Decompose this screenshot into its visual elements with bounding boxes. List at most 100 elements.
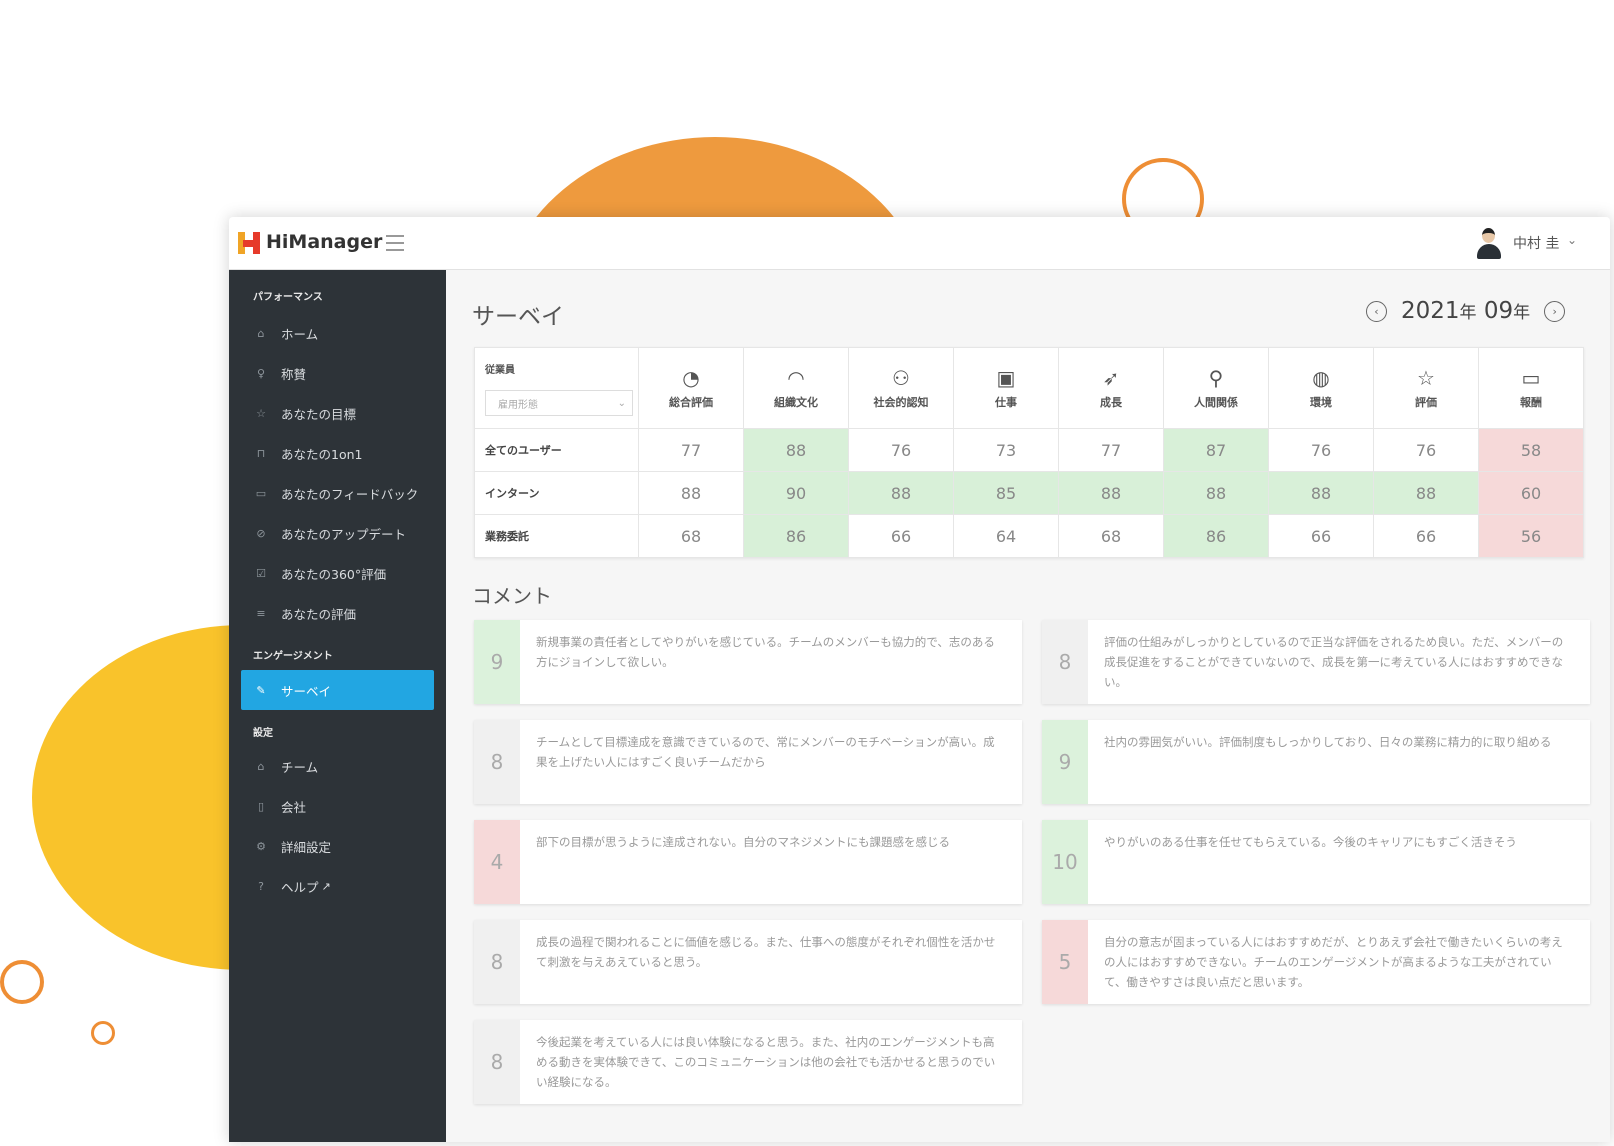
comment-text: 社内の雰囲気がいい。評価制度もしっかりしており、日々の業務に精力的に取り組める [1104, 735, 1552, 749]
score-cell: 77 [638, 428, 744, 472]
sidebar-item-advanced-settings[interactable]: ⚙ 詳細設定 [241, 828, 434, 864]
score-cell: 76 [1373, 428, 1479, 472]
employee-label: 従業員 [485, 365, 515, 376]
score-cell: 66 [1268, 514, 1374, 558]
comment-score: 8 [474, 1020, 520, 1104]
comment-text: 自分の意志が固まっている人にはおすすめだが、とりあえず会社で働きたいくらいの考え… [1104, 935, 1563, 989]
score-cell: 88 [1268, 471, 1374, 515]
sidebar-item-label: あなたのフィードバック [281, 486, 419, 502]
gauge-icon: ◠ [787, 366, 805, 390]
rocket-icon: ➶ [1102, 366, 1120, 390]
score-cell: 87 [1163, 428, 1269, 472]
avatar[interactable] [1475, 226, 1503, 260]
score-cell: 85 [953, 471, 1059, 515]
row-label: インターン [474, 471, 639, 515]
user-name[interactable]: 中村 圭 [1513, 233, 1559, 253]
comment-score: 8 [474, 920, 520, 1004]
column-header[interactable]: ▭ 報酬 [1478, 347, 1584, 429]
score-cell: 66 [1373, 514, 1479, 558]
comment-card: 8 今後起業を考えている人には良い体験になると思う。また、社内のエンゲージメント… [474, 1020, 1022, 1104]
decorative-ring [0, 960, 44, 1004]
next-month-button[interactable]: › [1544, 300, 1566, 322]
home-icon: ⌂ [257, 759, 265, 773]
table-row: 全てのユーザー 77 88 76 73 77 87 76 76 58 [474, 428, 1584, 472]
column-header[interactable]: ◍ 環境 [1268, 347, 1374, 429]
comment-card: 9 社内の雰囲気がいい。評価制度もしっかりしており、日々の業務に精力的に取り組め… [1042, 720, 1590, 804]
top-bar: HiManager 中村 圭 ⌄ [229, 217, 1610, 270]
logo-icon [238, 232, 260, 254]
employee-header: 従業員 雇用形態 ⌄ [474, 347, 639, 429]
table-row: 業務委託 68 86 66 64 68 86 66 66 56 [474, 514, 1584, 558]
decorative-ring [91, 1021, 115, 1045]
comment-score: 4 [474, 820, 520, 904]
sidebar-item-survey[interactable]: ✎ サーベイ [241, 670, 434, 710]
lightbulb-icon: ♀ [256, 366, 266, 380]
pie-chart-icon: ◔ [682, 366, 700, 390]
main-content: サーベイ ‹ 2021年 09年 › 従業員 雇用形態 ⌄ ◔ 総合評価 ◠ 組織文化… [446, 270, 1610, 1142]
survey-score-table: 従業員 雇用形態 ⌄ ◔ 総合評価 ◠ 組織文化 ⚇ 社会的認知 ▣ 仕事 ➶ 成長 ⚲ 人間… [474, 347, 1584, 558]
briefcase-icon: ▣ [996, 366, 1016, 390]
row-label: 全てのユーザー [474, 428, 639, 472]
star-icon: ☆ [1417, 366, 1435, 390]
score-cell: 88 [743, 428, 849, 472]
comment-score: 5 [1042, 920, 1088, 1004]
previous-month-button[interactable]: ‹ [1366, 300, 1387, 322]
lock-icon: ⊓ [256, 446, 266, 460]
brand-name: HiManager [266, 231, 383, 253]
column-header[interactable]: ☆ 評価 [1373, 347, 1479, 429]
score-cell: 58 [1478, 428, 1584, 472]
comment-score: 9 [1042, 720, 1088, 804]
external-link-icon: ↗ [321, 879, 331, 893]
sidebar-item-label: ヘルプ [281, 879, 319, 895]
sidebar-item-company[interactable]: ▯ 会社 [241, 788, 434, 824]
sidebar-item-1on1[interactable]: ⊓ あなたの1on1 [241, 435, 434, 471]
column-header[interactable]: ⚲ 人間関係 [1163, 347, 1269, 429]
sidebar-item-label: サーベイ [281, 683, 332, 699]
score-cell: 77 [1058, 428, 1164, 472]
comments-heading: コメント [472, 584, 552, 608]
comment-text: チームとして目標達成を意識できているので、常にメンバーのモチベーションが高い。成… [536, 735, 995, 769]
column-header[interactable]: ➶ 成長 [1058, 347, 1164, 429]
sidebar-item-help[interactable]: ? ヘルプ ↗ [241, 868, 434, 904]
wallet-icon: ▭ [1521, 366, 1541, 390]
sidebar-item-360-review[interactable]: ☑ あなたの360°評価 [241, 555, 434, 591]
score-cell: 90 [743, 471, 849, 515]
sidebar-item-label: ホーム [281, 326, 319, 342]
home-icon: ⌂ [257, 326, 265, 340]
sidebar-item-label: チーム [281, 759, 319, 775]
chevron-down-icon[interactable]: ⌄ [1567, 233, 1577, 247]
check-circle-icon: ⊘ [256, 526, 266, 540]
column-header[interactable]: ◠ 組織文化 [743, 347, 849, 429]
globe-icon: ◍ [1312, 366, 1330, 390]
score-cell: 88 [1163, 471, 1269, 515]
gears-icon: ⚙ [256, 839, 266, 853]
comment-text: 新規事業の責任者としてやりがいを感じている。チームのメンバーも協力的で、志のある… [536, 635, 995, 669]
score-cell: 64 [953, 514, 1059, 558]
sidebar-item-team[interactable]: ⌂ チーム [241, 748, 434, 784]
score-cell: 68 [1058, 514, 1164, 558]
sidebar-item-praise[interactable]: ♀ 称賛 [241, 355, 434, 391]
column-header[interactable]: ▣ 仕事 [953, 347, 1059, 429]
comment-card: 4 部下の目標が思うように達成されない。自分のマネジメントにも課題感を感じる [474, 820, 1022, 904]
comment-card: 5 自分の意志が固まっている人にはおすすめだが、とりあえず会社で働きたいくらいの… [1042, 920, 1590, 1004]
score-cell: 86 [1163, 514, 1269, 558]
sidebar-item-home[interactable]: ⌂ ホーム [241, 315, 434, 351]
comment-card: 8 チームとして目標達成を意識できているので、常にメンバーのモチベーションが高い… [474, 720, 1022, 804]
sidebar-item-review[interactable]: ≡ あなたの評価 [241, 595, 434, 631]
column-header[interactable]: ◔ 総合評価 [638, 347, 744, 429]
sidebar-item-updates[interactable]: ⊘ あなたのアップデート [241, 515, 434, 551]
current-period: 2021年 09年 [1401, 298, 1531, 324]
building-icon: ▯ [257, 799, 265, 813]
sidebar-item-goals[interactable]: ☆ あなたの目標 [241, 395, 434, 431]
comment-card: 8 成長の過程で関われることに価値を感じる。また、仕事への態度がそれぞれ個性を活… [474, 920, 1022, 1004]
column-header[interactable]: ⚇ 社会的認知 [848, 347, 954, 429]
chevron-down-icon: ⌄ [617, 397, 626, 409]
sidebar-item-feedback[interactable]: ▭ あなたのフィードバック [241, 475, 434, 511]
user-icon: ⚲ [1208, 366, 1224, 390]
comment-score: 9 [474, 620, 520, 704]
list-icon: ≡ [256, 606, 266, 620]
sidebar-item-label: あなたの1on1 [281, 446, 363, 462]
employment-type-select[interactable]: 雇用形態 ⌄ [485, 390, 633, 416]
sidebar-item-label: あなたのアップデート [281, 526, 407, 542]
hamburger-menu-icon[interactable] [386, 235, 404, 251]
